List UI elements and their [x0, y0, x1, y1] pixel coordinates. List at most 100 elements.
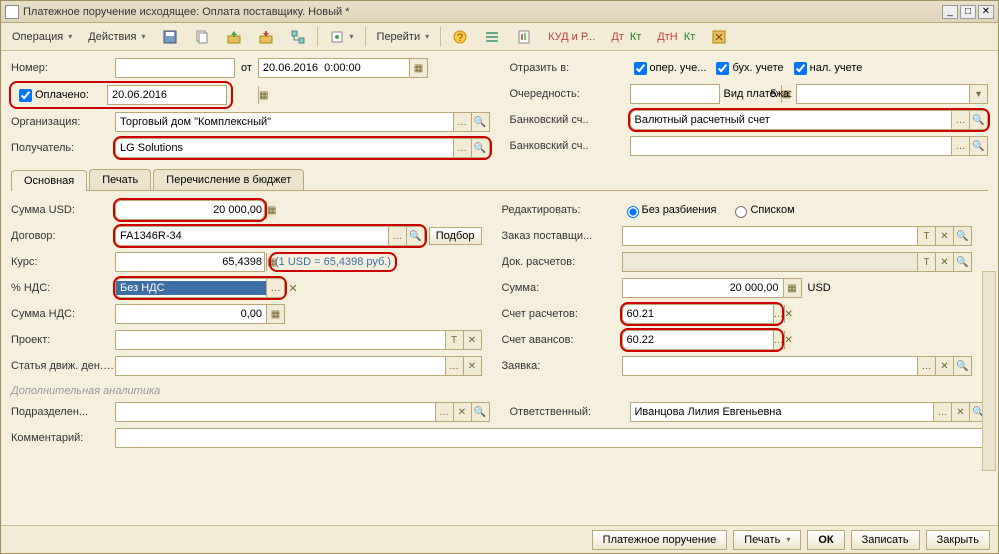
text-icon[interactable]: T	[445, 331, 463, 349]
text-icon[interactable]: T	[917, 227, 935, 245]
ellipsis-icon[interactable]: …	[951, 111, 969, 129]
ellipsis-icon[interactable]: …	[453, 139, 471, 157]
print-menu-button[interactable]: Печать	[733, 530, 801, 550]
maximize-button[interactable]: □	[960, 5, 976, 19]
tool-basis-icon[interactable]	[322, 26, 361, 48]
priority-field[interactable]: ▦	[630, 84, 720, 104]
ok-button[interactable]: ОК	[807, 530, 844, 550]
goto-menu[interactable]: Перейти	[370, 28, 437, 46]
minimize-button[interactable]: _	[942, 5, 958, 19]
request-field[interactable]: …✕🔍	[622, 356, 973, 376]
paid-checkbox[interactable]	[19, 89, 32, 102]
dtkt-button[interactable]: ДтКт	[604, 30, 648, 44]
ellipsis-icon[interactable]: …	[453, 113, 471, 131]
operation-menu[interactable]: Операция	[5, 28, 79, 46]
close-button[interactable]: Закрыть	[926, 530, 990, 550]
ellipsis-icon[interactable]: …	[773, 331, 784, 349]
clear-icon[interactable]: ✕	[784, 305, 793, 323]
rate-field[interactable]: ▦	[115, 252, 265, 272]
tab-print[interactable]: Печать	[89, 169, 151, 190]
comment-field[interactable]	[115, 428, 988, 448]
ellipsis-icon[interactable]: …	[951, 137, 969, 155]
clear-icon[interactable]: ✕	[453, 403, 471, 421]
clear-icon[interactable]: ✕	[285, 282, 301, 295]
docras-field: T✕🔍	[622, 252, 973, 272]
ellipsis-icon[interactable]: …	[266, 279, 284, 297]
org-field[interactable]: …🔍	[115, 112, 490, 132]
tool-structure-icon[interactable]	[283, 26, 313, 48]
calendar-icon[interactable]: ▦	[409, 59, 427, 77]
clear-icon[interactable]: ✕	[784, 331, 793, 349]
sum-usd-field[interactable]: ▦	[115, 200, 265, 220]
ellipsis-icon[interactable]: …	[773, 305, 784, 323]
sum2-field[interactable]: ▦	[622, 278, 802, 298]
acct-av-field[interactable]: …✕	[622, 330, 782, 350]
tool-post-icon[interactable]	[219, 26, 249, 48]
tool-save-icon[interactable]	[155, 26, 185, 48]
paid-date-field[interactable]: ▦	[107, 85, 227, 105]
oper-checkbox[interactable]	[634, 62, 647, 75]
resp-field[interactable]: …✕🔍	[630, 402, 989, 422]
bank1-field[interactable]: …🔍	[630, 110, 989, 130]
vatsum-field[interactable]: ▦	[115, 304, 285, 324]
actions-menu[interactable]: Действия	[81, 28, 152, 46]
acct-ras-field[interactable]: …✕	[622, 304, 782, 324]
search-icon[interactable]: 🔍	[471, 403, 489, 421]
clear-icon[interactable]: ✕	[463, 331, 481, 349]
svg-text:?: ?	[457, 32, 463, 44]
order-field[interactable]: T✕🔍	[622, 226, 973, 246]
search-icon[interactable]: 🔍	[471, 113, 489, 131]
dtkt-n-button[interactable]: ДтНКт	[650, 30, 702, 44]
tab-main[interactable]: Основная	[11, 170, 87, 191]
search-icon[interactable]: 🔍	[969, 137, 987, 155]
date-field[interactable]: ▦	[258, 58, 428, 78]
search-icon[interactable]: 🔍	[969, 111, 987, 129]
dept-label: Подразделен...	[11, 406, 115, 418]
save-button[interactable]: Записать	[851, 530, 920, 550]
print-doc-button[interactable]: Платежное поручение	[592, 530, 728, 550]
number-field[interactable]	[115, 58, 235, 78]
project-field[interactable]: T✕	[115, 330, 482, 350]
clear-icon[interactable]: ✕	[935, 227, 953, 245]
flow-field[interactable]: …✕	[115, 356, 482, 376]
ellipsis-icon[interactable]: …	[435, 403, 453, 421]
tool-report-icon[interactable]	[509, 26, 539, 48]
scrollbar[interactable]	[982, 271, 996, 471]
vatpct-field[interactable]: Без НДС…	[115, 278, 285, 298]
ellipsis-icon[interactable]: …	[388, 227, 406, 245]
calculator-icon[interactable]: ▦	[266, 201, 276, 219]
calculator-icon[interactable]: ▦	[783, 279, 801, 297]
search-icon[interactable]: 🔍	[953, 357, 971, 375]
recv-field[interactable]: …🔍	[115, 138, 490, 158]
contract-field[interactable]: …🔍	[115, 226, 425, 246]
calendar-icon[interactable]: ▦	[258, 86, 268, 104]
clear-icon[interactable]: ✕	[463, 357, 481, 375]
search-icon[interactable]: 🔍	[406, 227, 424, 245]
tool-unpost-icon[interactable]	[251, 26, 281, 48]
paytype-field[interactable]: ▾	[796, 84, 988, 104]
close-button[interactable]: ✕	[978, 5, 994, 19]
select-button[interactable]: Подбор	[429, 227, 482, 245]
tool-list-icon[interactable]	[477, 26, 507, 48]
buh-checkbox[interactable]	[716, 62, 729, 75]
nal-checkbox[interactable]	[794, 62, 807, 75]
calculator-icon[interactable]: ▦	[266, 305, 284, 323]
dropdown-icon[interactable]: ▾	[969, 85, 987, 103]
help-icon[interactable]: ?	[445, 26, 475, 48]
ellipsis-icon[interactable]: …	[933, 403, 951, 421]
paytype-label: Вид платежа:	[724, 88, 793, 100]
tab-budget[interactable]: Перечисление в бюджет	[153, 169, 304, 190]
search-icon[interactable]: 🔍	[471, 139, 489, 157]
clear-icon[interactable]: ✕	[951, 403, 969, 421]
kudir-button[interactable]: КУД и Р...	[541, 28, 602, 46]
clear-icon[interactable]: ✕	[935, 357, 953, 375]
ellipsis-icon[interactable]: …	[445, 357, 463, 375]
edit-radio-list[interactable]	[735, 206, 747, 218]
edit-radio-nosplit[interactable]	[627, 206, 639, 218]
search-icon[interactable]: 🔍	[953, 227, 971, 245]
tool-settings-icon[interactable]	[704, 26, 734, 48]
ellipsis-icon[interactable]: …	[917, 357, 935, 375]
tool-copy-icon[interactable]	[187, 26, 217, 48]
dept-field[interactable]: …✕🔍	[115, 402, 490, 422]
bank2-field[interactable]: …🔍	[630, 136, 989, 156]
